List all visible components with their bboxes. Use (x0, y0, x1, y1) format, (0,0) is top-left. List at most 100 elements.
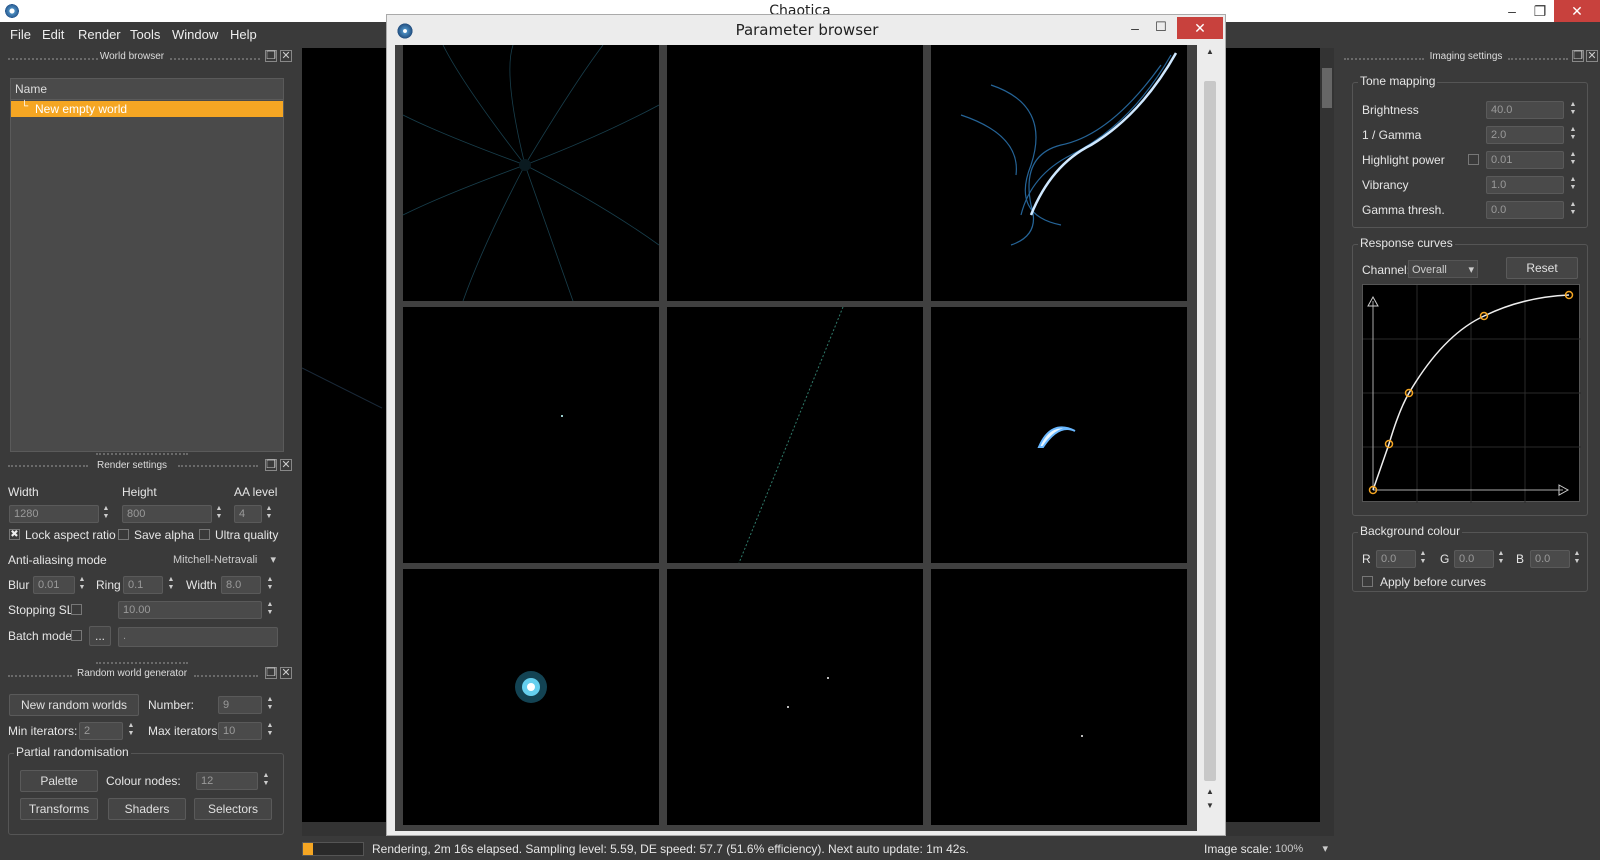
min-iterators-input[interactable]: 2 (79, 722, 123, 740)
highlight-power-label: Highlight power (1362, 153, 1445, 167)
aa-mode-select[interactable]: Mitchell-Netravali ▾ (170, 551, 278, 569)
brightness-input[interactable]: 40.0 (1486, 101, 1564, 119)
max-iterators-stepper[interactable]: ▲ ▼ (265, 722, 275, 740)
save-alpha-checkbox[interactable] (118, 529, 129, 540)
list-item[interactable]: └ New empty world (11, 101, 283, 117)
response-curves-title: Response curves (1358, 236, 1455, 250)
scroll-down-icon[interactable]: ▼ (1204, 801, 1216, 810)
ultra-quality-checkbox[interactable] (199, 529, 210, 540)
highlight-power-stepper[interactable]: ▲ ▼ (1568, 151, 1578, 169)
thumbnail-2[interactable] (667, 45, 923, 301)
width-stepper[interactable]: ▲ ▼ (101, 505, 111, 523)
gamma-thresh-stepper[interactable]: ▲ ▼ (1568, 201, 1578, 219)
blur-stepper[interactable]: ▲ ▼ (77, 576, 87, 594)
batch-mode-checkbox[interactable] (71, 630, 82, 641)
number-input[interactable]: 9 (218, 696, 262, 714)
close-icon[interactable]: ✕ (280, 50, 292, 62)
channel-select[interactable]: Overall ▾ (1408, 260, 1478, 278)
float-icon[interactable]: ❐ (265, 667, 277, 679)
shaders-button[interactable]: Shaders (108, 798, 186, 820)
b-stepper[interactable]: ▲ ▼ (1572, 550, 1582, 568)
float-icon[interactable]: ❐ (265, 459, 277, 471)
menu-help[interactable]: Help (230, 27, 257, 42)
g-stepper[interactable]: ▲ ▼ (1496, 550, 1506, 568)
flame-dot (827, 677, 829, 679)
colour-nodes-stepper[interactable]: ▲ ▼ (261, 772, 271, 790)
aa-level-input[interactable]: 4 (234, 505, 262, 523)
stopping-sl-stepper[interactable]: ▲ ▼ (265, 601, 275, 619)
restore-icon[interactable]: ❐ (1526, 0, 1554, 22)
close-icon[interactable]: ✕ (1586, 50, 1598, 62)
curve-editor[interactable] (1362, 284, 1581, 503)
transforms-button[interactable]: Transforms (20, 798, 98, 820)
ring-input[interactable]: 0.1 (123, 576, 163, 594)
scroll-thumb[interactable] (1204, 81, 1216, 781)
minimize-icon[interactable]: – (1498, 0, 1526, 22)
highlight-power-checkbox[interactable] (1468, 154, 1479, 165)
thumbnail-7[interactable] (403, 569, 659, 825)
stopping-sl-input[interactable]: 10.00 (118, 601, 262, 619)
thumbnail-5[interactable] (667, 307, 923, 563)
aa-level-stepper[interactable]: ▲ ▼ (264, 505, 274, 523)
vibrancy-stepper[interactable]: ▲ ▼ (1568, 176, 1578, 194)
reset-button[interactable]: Reset (1506, 257, 1578, 279)
thumbnail-6[interactable] (931, 307, 1187, 563)
canvas-vscrollbar[interactable] (1320, 48, 1334, 836)
float-icon[interactable]: ❐ (1572, 50, 1584, 62)
colour-nodes-input[interactable]: 12 (196, 772, 258, 790)
thumbnail-1[interactable] (403, 45, 659, 301)
highlight-power-input[interactable]: 0.01 (1486, 151, 1564, 169)
close-icon[interactable]: ✕ (280, 667, 292, 679)
close-icon[interactable]: ✕ (280, 459, 292, 471)
scroll-up-icon[interactable]: ▲ (1204, 47, 1216, 56)
g-input[interactable]: 0.0 (1454, 550, 1494, 568)
palette-button[interactable]: Palette (20, 770, 98, 792)
filter-width-stepper[interactable]: ▲ ▼ (265, 576, 275, 594)
filter-width-input[interactable]: 8.0 (221, 576, 261, 594)
selectors-button[interactable]: Selectors (194, 798, 272, 820)
dock-grip (8, 58, 98, 60)
r-stepper[interactable]: ▲ ▼ (1418, 550, 1428, 568)
thumbnail-4[interactable] (403, 307, 659, 563)
stopping-sl-checkbox[interactable] (71, 604, 82, 615)
number-stepper[interactable]: ▲ ▼ (265, 696, 275, 714)
gamma-thresh-input[interactable]: 0.0 (1486, 201, 1564, 219)
ring-stepper[interactable]: ▲ ▼ (166, 576, 176, 594)
width-input[interactable]: 1280 (9, 505, 99, 523)
scroll-thumb[interactable] (1322, 68, 1332, 108)
dialog-vscrollbar[interactable]: ▲ ▲ ▼ (1201, 45, 1219, 831)
min-iterators-stepper[interactable]: ▲ ▼ (126, 722, 136, 740)
blur-input[interactable]: 0.01 (33, 576, 75, 594)
b-input[interactable]: 0.0 (1530, 550, 1570, 568)
image-scale-select[interactable]: 100% ▾ (1272, 840, 1330, 858)
vibrancy-input[interactable]: 1.0 (1486, 176, 1564, 194)
maximize-icon[interactable]: ☐ (1151, 19, 1171, 35)
menu-render[interactable]: Render (78, 27, 121, 42)
apply-before-curves-checkbox[interactable] (1362, 576, 1373, 587)
lock-aspect-checkbox[interactable]: ✖ (9, 529, 20, 540)
new-random-worlds-button[interactable]: New random worlds (9, 694, 139, 716)
max-iterators-input[interactable]: 10 (218, 722, 262, 740)
dock-grip (1344, 58, 1424, 60)
thumbnail-8[interactable] (667, 569, 923, 825)
menu-edit[interactable]: Edit (42, 27, 64, 42)
menu-window[interactable]: Window (172, 27, 218, 42)
height-stepper[interactable]: ▲ ▼ (214, 505, 224, 523)
gamma-input[interactable]: 2.0 (1486, 126, 1564, 144)
batch-browse-button[interactable]: ... (89, 626, 111, 646)
close-icon[interactable]: ✕ (1177, 17, 1223, 39)
menu-tools[interactable]: Tools (130, 27, 160, 42)
close-icon[interactable]: ✕ (1554, 0, 1600, 22)
minimize-icon[interactable]: – (1125, 20, 1145, 36)
thumbnail-3[interactable] (931, 45, 1187, 301)
world-tree[interactable]: Name └ New empty world (10, 78, 284, 452)
float-icon[interactable]: ❐ (265, 50, 277, 62)
r-input[interactable]: 0.0 (1376, 550, 1416, 568)
batch-path-input[interactable]: . (118, 627, 278, 647)
menu-file[interactable]: File (10, 27, 31, 42)
height-input[interactable]: 800 (122, 505, 212, 523)
thumbnail-9[interactable] (931, 569, 1187, 825)
brightness-stepper[interactable]: ▲ ▼ (1568, 101, 1578, 119)
gamma-stepper[interactable]: ▲ ▼ (1568, 126, 1578, 144)
scroll-up-icon[interactable]: ▲ (1204, 787, 1216, 796)
